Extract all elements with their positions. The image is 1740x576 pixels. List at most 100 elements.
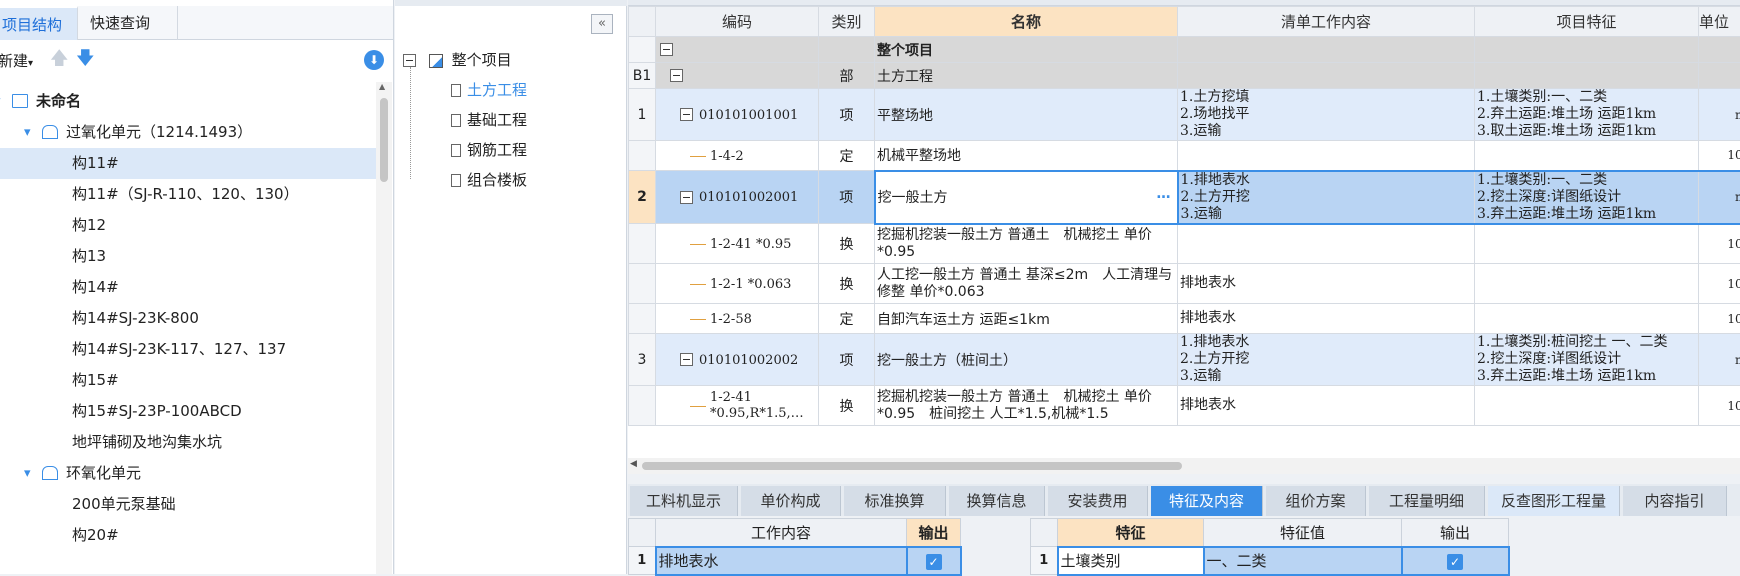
feature-cell[interactable]: [1475, 224, 1699, 264]
work-content-cell[interactable]: [1178, 37, 1475, 63]
tree-node[interactable]: ▾过氧化单元（1214.1493）: [0, 117, 376, 148]
name-cell[interactable]: 机械平整场地: [875, 141, 1178, 171]
work-content-cell[interactable]: 排地表水: [1178, 386, 1475, 426]
tab-1[interactable]: 工料机显示: [630, 486, 738, 516]
work-content-cell[interactable]: 排地表水: [656, 547, 907, 575]
work-content-cell[interactable]: [1178, 141, 1475, 171]
expand-arrow-icon[interactable]: ▾: [0, 86, 1, 117]
table-row[interactable]: 1-2-41 *0.95换挖掘机挖装一般土方 普通土 机械挖土 单价*0.951…: [629, 224, 1740, 264]
table-row[interactable]: 1-2-1 *0.063换人工挖一般土方 普通土 基深≤2m 人工清理与修整 单…: [629, 264, 1740, 304]
output-checkbox-cell[interactable]: ✓: [907, 547, 961, 575]
feature-cell[interactable]: [1475, 304, 1699, 334]
type-cell[interactable]: 项: [819, 334, 875, 386]
table-row[interactable]: 1 土壤类别 一、二类 ✓: [1031, 547, 1509, 575]
code-cell[interactable]: 1-2-41 *0.95: [656, 224, 819, 264]
column-header-work-content[interactable]: 清单工作内容: [1178, 7, 1475, 37]
tree-node[interactable]: 地坪铺砌及地沟集水坑: [0, 427, 376, 458]
collapse-icon[interactable]: [680, 191, 693, 204]
tree-root[interactable]: 整个项目: [403, 45, 512, 75]
scroll-up-arrow-icon[interactable]: ▲: [379, 82, 385, 91]
work-content-cell[interactable]: 排地表水: [1178, 304, 1475, 334]
column-header-unit[interactable]: 单位: [1699, 7, 1740, 37]
unit-cell[interactable]: [1699, 63, 1740, 89]
tree-node[interactable]: 构12: [0, 210, 376, 241]
tab-9[interactable]: 反查图形工程量: [1488, 486, 1620, 516]
table-row[interactable]: 2010101002001项挖一般土方…1.排地表水 2.土方开挖 3.运输1.…: [629, 171, 1740, 224]
expand-arrow-icon[interactable]: ▾: [24, 117, 31, 148]
name-cell[interactable]: 挖一般土方…: [875, 171, 1178, 224]
code-cell[interactable]: 1-2-58: [656, 304, 819, 334]
table-row[interactable]: 1-2-58定自卸汽车运土方 运距≤1km排地表水 10m: [629, 304, 1740, 334]
tab-2[interactable]: 单价构成: [741, 486, 841, 516]
work-content-cell[interactable]: [1178, 63, 1475, 89]
type-cell[interactable]: 部: [819, 63, 875, 89]
type-cell[interactable]: 项: [819, 89, 875, 141]
tab-6[interactable]: 特征及内容: [1151, 486, 1263, 516]
tab-quick-query[interactable]: 快速查询: [78, 6, 178, 40]
work-content-cell[interactable]: 排地表水: [1178, 264, 1475, 304]
grid-scrollbar-thumb[interactable]: [642, 462, 1182, 470]
tab-3[interactable]: 标准换算: [844, 486, 946, 516]
name-cell[interactable]: 自卸汽车运土方 运距≤1km: [875, 304, 1178, 334]
code-cell[interactable]: 010101001001: [656, 89, 819, 141]
column-header-output[interactable]: 输出: [1402, 519, 1509, 547]
unit-cell[interactable]: 10m: [1699, 224, 1740, 264]
work-content-cell[interactable]: 1.排地表水 2.土方开挖 3.运输: [1178, 171, 1475, 224]
name-cell[interactable]: 挖一般土方（桩间土）: [875, 334, 1178, 386]
tab-project-structure[interactable]: 项目结构: [0, 6, 78, 40]
type-cell[interactable]: 换: [819, 264, 875, 304]
tab-7[interactable]: 组价方案: [1266, 486, 1366, 516]
checkbox-checked-icon[interactable]: ✓: [1447, 554, 1463, 570]
tree-node[interactable]: 构14#SJ-23K-117、127、137: [0, 334, 376, 365]
table-row[interactable]: 1-4-2定机械平整场地10m: [629, 141, 1740, 171]
type-cell[interactable]: 定: [819, 304, 875, 334]
name-cell[interactable]: 挖掘机挖装一般土方 普通土 机械挖土 单价*0.95: [875, 224, 1178, 264]
name-cell[interactable]: 人工挖一般土方 普通土 基深≤2m 人工清理与修整 单价*0.063: [875, 264, 1178, 304]
code-cell[interactable]: [656, 63, 819, 89]
unit-cell[interactable]: m3: [1699, 171, 1740, 224]
scroll-left-arrow-icon[interactable]: ◀: [630, 459, 637, 469]
unit-cell[interactable]: 10m: [1699, 141, 1740, 171]
collapse-icon[interactable]: [680, 108, 693, 121]
code-cell[interactable]: 1-2-1 *0.063: [656, 264, 819, 304]
table-row[interactable]: 1 排地表水 ✓: [629, 547, 961, 575]
tab-8[interactable]: 工程量明细: [1369, 486, 1485, 516]
work-content-cell[interactable]: 1.土方挖填 2.场地找平 3.运输: [1178, 89, 1475, 141]
table-row[interactable]: 3010101002002项挖一般土方（桩间土）1.排地表水 2.土方开挖 3.…: [629, 334, 1740, 386]
unit-cell[interactable]: 10m: [1699, 304, 1740, 334]
tree-node[interactable]: 构13: [0, 241, 376, 272]
feature-cell[interactable]: [1475, 386, 1699, 426]
unit-cell[interactable]: 10m: [1699, 386, 1740, 426]
output-checkbox-cell[interactable]: ✓: [1402, 547, 1509, 575]
tab-5[interactable]: 安装费用: [1048, 486, 1148, 516]
tree-node[interactable]: 200单元泵基础: [0, 489, 376, 520]
feature-cell[interactable]: 土壤类别: [1058, 547, 1204, 575]
code-cell[interactable]: 1-4-2: [656, 141, 819, 171]
expand-arrow-icon[interactable]: ▾: [24, 458, 31, 489]
tree-node[interactable]: 构20#: [0, 520, 376, 551]
code-cell[interactable]: 1-2-41 *0.95,R*1.5,…: [656, 386, 819, 426]
collapse-icon[interactable]: [680, 353, 693, 366]
work-content-cell[interactable]: 1.排地表水 2.土方开挖 3.运输: [1178, 334, 1475, 386]
tree-item-foundation[interactable]: 基础工程: [451, 105, 527, 135]
unit-cell[interactable]: [1699, 37, 1740, 63]
feature-cell[interactable]: [1475, 264, 1699, 304]
tree-scrollbar[interactable]: ▲: [376, 82, 392, 574]
tree-node[interactable]: 构14#SJ-23K-800: [0, 303, 376, 334]
collapse-panel-button[interactable]: «: [591, 14, 613, 34]
tree-node[interactable]: 构14#: [0, 272, 376, 303]
collapse-icon[interactable]: [670, 69, 683, 82]
name-cell[interactable]: 平整场地: [875, 89, 1178, 141]
code-cell[interactable]: [656, 37, 819, 63]
move-up-icon[interactable]: 🡅: [50, 46, 69, 76]
feature-cell[interactable]: 1.土壤类别:桩间挖土 一、二类 2.挖土深度:详图纸设计 3.弃土运距:堆土场…: [1475, 334, 1699, 386]
unit-cell[interactable]: m3: [1699, 334, 1740, 386]
tab-10[interactable]: 内容指引: [1623, 486, 1727, 516]
tree-node[interactable]: ▾未命名: [0, 86, 376, 117]
tree-node[interactable]: 构11#（SJ-R-110、120、130）: [0, 179, 376, 210]
tree-item-earthwork[interactable]: 土方工程: [451, 75, 527, 105]
name-cell[interactable]: 土方工程: [875, 63, 1178, 89]
column-header-code[interactable]: 编码: [656, 7, 819, 37]
unit-cell[interactable]: m2: [1699, 89, 1740, 141]
column-header-output[interactable]: 输出: [907, 519, 961, 547]
